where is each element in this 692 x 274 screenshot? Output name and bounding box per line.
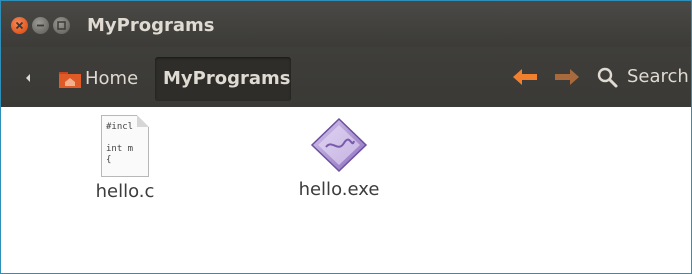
file-manager-window: MyPrograms Home MyPrograms Search #incl … [0,0,692,274]
file-preview-text: #incl int m { [106,122,134,165]
breadcrumb-label: Home [85,68,139,89]
breadcrumb-label: MyPrograms [163,68,291,89]
arrow-right-icon[interactable] [553,67,581,87]
breadcrumb-current[interactable]: MyPrograms [155,57,291,101]
home-folder-icon [59,72,81,88]
search-label: Search [627,66,689,87]
file-view: #incl int m { hello.c hello.exe [1,107,691,273]
close-icon[interactable] [11,17,28,34]
file-item[interactable]: #incl int m { hello.c [85,115,165,202]
title-bar: MyPrograms [1,1,691,47]
minimize-icon[interactable] [32,17,49,34]
maximize-icon[interactable] [53,17,70,34]
c-source-file-icon: #incl int m { [101,115,149,177]
file-item[interactable]: hello.exe [289,115,389,200]
file-name: hello.exe [298,179,380,200]
file-name: hello.c [95,181,155,202]
arrow-left-icon[interactable] [511,67,539,87]
breadcrumb-home[interactable]: Home [55,57,147,101]
search-icon [597,67,618,88]
executable-icon [310,117,368,173]
toolbar: Home MyPrograms Search [1,47,691,107]
chevron-left-icon[interactable] [21,71,35,85]
window-title: MyPrograms [87,15,215,36]
